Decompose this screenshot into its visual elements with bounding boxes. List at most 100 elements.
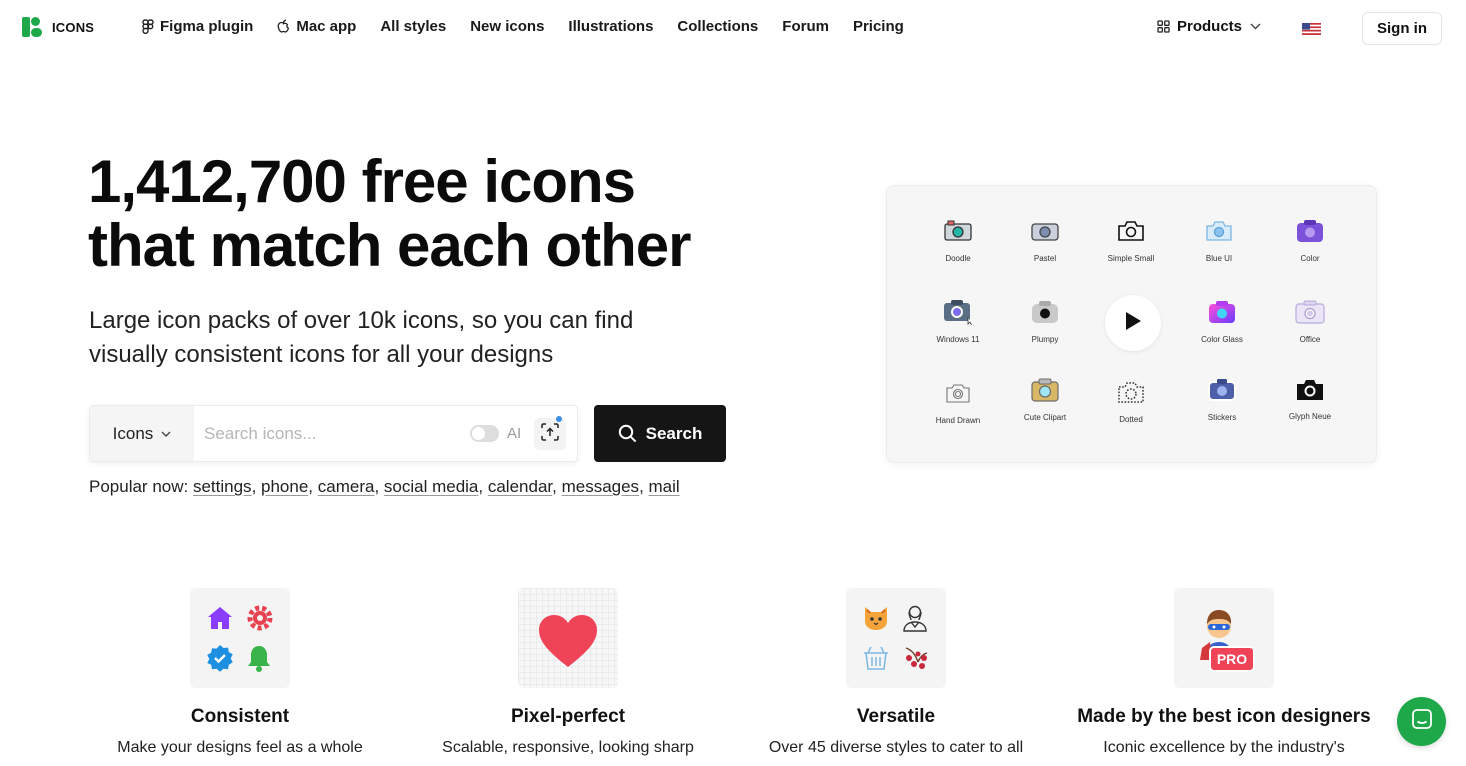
style-label: Cute Clipart xyxy=(1023,413,1067,422)
chevron-down-icon xyxy=(1250,23,1261,30)
style-label: Windows 11 xyxy=(936,335,980,344)
gear-icon xyxy=(246,604,274,637)
nav-link-label: Mac app xyxy=(296,18,357,35)
verified-badge-icon xyxy=(206,644,234,677)
style-simple-small[interactable]: Simple Small xyxy=(1087,217,1175,263)
style-label: Hand Drawn xyxy=(935,416,981,425)
ai-toggle[interactable] xyxy=(470,425,499,442)
search-icon xyxy=(618,424,637,443)
style-pastel[interactable]: Pastel xyxy=(1001,217,1089,263)
hero-subtitle-line: Large icon packs of over 10k icons, so y… xyxy=(89,307,634,334)
chat-icon xyxy=(1410,707,1434,736)
nav-link-collections[interactable]: Collections xyxy=(677,18,758,35)
feature-title: Pixel-perfect xyxy=(510,706,626,727)
basket-icon xyxy=(862,644,890,677)
user-outline-icon xyxy=(902,604,928,637)
scan-image-icon xyxy=(540,422,560,447)
popular-searches: Popular now: settings, phone, camera, so… xyxy=(89,477,680,496)
image-search-button[interactable] xyxy=(534,416,566,450)
search-box: Icons AI xyxy=(89,405,578,462)
styles-preview-card[interactable]: Doodle Pastel Simple Small Blue UI Color… xyxy=(886,185,1377,463)
popular-link[interactable]: settings xyxy=(193,477,252,496)
feature-pixel-perfect: Pixel-perfect Scalable, responsive, look… xyxy=(408,588,728,757)
style-plumpy[interactable]: Plumpy xyxy=(1001,298,1089,344)
style-label: Glyph Neue xyxy=(1288,412,1332,421)
style-label: Plumpy xyxy=(1031,335,1059,344)
nav-link-new-icons[interactable]: New icons xyxy=(470,18,544,35)
feature-description: Over 45 diverse styles to cater to all xyxy=(768,739,1024,756)
style-color-glass[interactable]: Color Glass xyxy=(1178,298,1266,344)
popular-prefix: Popular now: xyxy=(89,477,189,496)
camera-icon xyxy=(1001,217,1089,245)
style-label: Color xyxy=(1300,254,1320,263)
camera-icon xyxy=(1175,217,1263,245)
products-dropdown[interactable]: Products xyxy=(1157,18,1261,35)
style-label: Office xyxy=(1299,335,1321,344)
style-label: Simple Small xyxy=(1107,254,1155,263)
home-icon xyxy=(207,605,233,636)
style-cute-clipart[interactable]: Cute Clipart xyxy=(1001,376,1089,422)
hero-subtitle-line: visually consistent icons for all your d… xyxy=(89,341,554,368)
products-label: Products xyxy=(1177,18,1243,35)
site-logo[interactable]: ICONS xyxy=(22,17,94,37)
camera-icon xyxy=(914,379,1002,407)
search-type-dropdown[interactable]: Icons xyxy=(90,406,194,461)
camera-icon xyxy=(1178,298,1266,326)
style-label: Color Glass xyxy=(1201,335,1243,344)
style-label: Dotted xyxy=(1119,415,1143,424)
us-flag-icon[interactable] xyxy=(1302,22,1321,35)
style-hand-drawn[interactable]: Hand Drawn xyxy=(914,379,1002,425)
hero-title: 1,412,700 free icons that match each oth… xyxy=(88,148,691,278)
nav-link-figma-plugin[interactable]: Figma plugin xyxy=(142,18,253,35)
feature-tile xyxy=(518,588,618,688)
apple-icon xyxy=(277,19,290,34)
popular-link[interactable]: camera xyxy=(318,477,375,496)
nav-link-forum[interactable]: Forum xyxy=(782,18,829,35)
popular-link[interactable]: calendar xyxy=(488,477,552,496)
hero-title-line: 1,412,700 free icons xyxy=(88,148,636,215)
style-blue-ui[interactable]: Blue UI xyxy=(1175,217,1263,263)
camera-icon xyxy=(914,217,1002,245)
feature-best-designers: PRO Made by the best icon designers Icon… xyxy=(1064,588,1384,757)
heart-icon xyxy=(537,613,599,674)
feature-description: Scalable, responsive, looking sharp xyxy=(442,739,694,756)
nav-link-all-styles[interactable]: All styles xyxy=(380,18,446,35)
style-office[interactable]: Office xyxy=(1266,298,1354,344)
camera-icon xyxy=(1266,375,1354,403)
camera-icon xyxy=(1001,298,1089,326)
logo-text: ICONS xyxy=(52,19,95,35)
popular-link[interactable]: mail xyxy=(649,477,680,496)
camera-icon xyxy=(1001,376,1089,404)
popular-link[interactable]: messages xyxy=(562,477,639,496)
search-input[interactable] xyxy=(204,418,454,450)
nav-link-illustrations[interactable]: Illustrations xyxy=(568,18,653,35)
chat-button[interactable] xyxy=(1397,697,1446,746)
feature-tile xyxy=(846,588,946,688)
camera-icon xyxy=(914,298,1002,326)
hero-subtitle: Large icon packs of over 10k icons, so y… xyxy=(89,304,729,372)
feature-consistent: Consistent Make your designs feel as a w… xyxy=(80,588,400,757)
top-nav: ICONS Figma plugin Mac app All styles Ne… xyxy=(0,0,1466,56)
feature-description: Iconic excellence by the industry's xyxy=(1103,739,1345,756)
camera-icon xyxy=(1266,217,1354,245)
style-label: Pastel xyxy=(1033,254,1057,263)
popular-link[interactable]: phone xyxy=(261,477,308,496)
style-label: Stickers xyxy=(1207,413,1237,422)
toggle-knob xyxy=(472,427,485,440)
style-stickers[interactable]: Stickers xyxy=(1178,376,1266,422)
sign-in-button[interactable]: Sign in xyxy=(1362,12,1442,45)
style-windows-11[interactable]: Windows 11 xyxy=(914,298,1002,344)
popular-link[interactable]: social media xyxy=(384,477,479,496)
style-dotted[interactable]: Dotted xyxy=(1087,378,1175,424)
nav-link-mac-app[interactable]: Mac app xyxy=(277,18,356,35)
feature-tile: PRO xyxy=(1174,588,1274,688)
search-button[interactable]: Search xyxy=(594,405,726,462)
feature-title: Versatile xyxy=(856,706,936,727)
berries-icon xyxy=(902,644,930,677)
play-icon xyxy=(1123,310,1143,337)
style-doodle[interactable]: Doodle xyxy=(914,217,1002,263)
style-color[interactable]: Color xyxy=(1266,217,1354,263)
notification-dot xyxy=(556,416,562,422)
style-glyph-neue[interactable]: Glyph Neue xyxy=(1266,375,1354,421)
nav-link-pricing[interactable]: Pricing xyxy=(853,18,904,35)
